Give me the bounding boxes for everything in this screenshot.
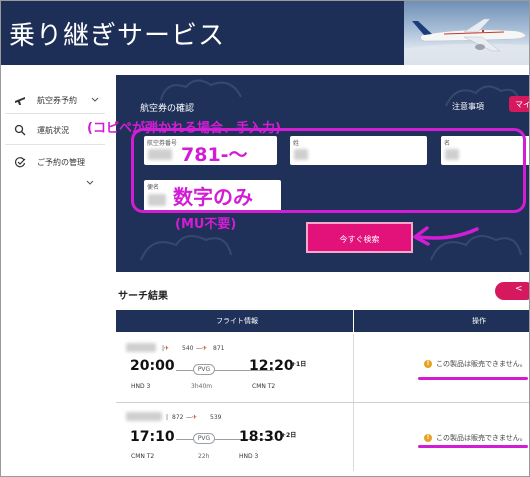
departure-airport: HND 3 [131, 383, 151, 390]
flight-number: 540 [182, 345, 194, 352]
table-row: |✈ 540 —✈ 871 20:00 HND 3 PVG 3h40m 12:2… [116, 334, 529, 402]
no-mu-annotation: (MU不要) [175, 217, 237, 232]
duration: 22h [198, 453, 210, 460]
page: 乗り継ぎサービス 航空券予約 運航状況 ご予約の管理 航空券の確認 注意事項 マ… [0, 0, 530, 477]
sidebar-item-booking[interactable]: 航空券予約 [13, 93, 99, 107]
digits-only-annotation: 数字のみ [173, 185, 253, 209]
status-text: この製品は販売できません。 [436, 360, 527, 368]
arrow-annotation-icon [413, 226, 479, 246]
flight-number: 871 [213, 345, 225, 352]
panel-title: 航空券の確認 [140, 104, 195, 114]
chevron-down-icon [91, 96, 99, 105]
check-circle-icon [13, 155, 27, 169]
divider [353, 403, 354, 471]
sidebar-item-label: 航空券予約 [37, 95, 77, 105]
action-header: 操作 [472, 317, 486, 325]
flight-connector: —✈ [196, 345, 208, 352]
flight-number: 872 [172, 414, 184, 421]
flight-number: 539 [210, 414, 222, 421]
airline-logo-icon: |✈ [162, 345, 170, 352]
flight-info-header: フライト情報 [216, 317, 258, 325]
flight-connector: —✈ [186, 414, 198, 421]
via-airport: PVG [193, 433, 215, 444]
via-airport: PVG [193, 364, 215, 375]
results-title: サーチ結果 [118, 291, 168, 302]
sidebar-item-label: ご予約の管理 [37, 157, 85, 167]
results-toggle-button[interactable]: < [495, 282, 529, 300]
notice-link[interactable]: 注意事項 [452, 101, 484, 112]
my-button[interactable]: マイ [509, 96, 529, 112]
divider [5, 113, 105, 114]
departure-time: 17:10 [130, 429, 175, 445]
arrival-day-offset: +1日 [291, 361, 307, 368]
flight-separator: | [166, 414, 169, 421]
chevron-down-icon[interactable] [86, 171, 94, 190]
arrival-time: 18:30 [239, 429, 284, 445]
arrival-time: 12:20 [249, 358, 294, 374]
airplane-icon [13, 93, 27, 107]
divider [353, 310, 354, 332]
search-now-button[interactable]: 今すぐ検索 [306, 222, 413, 253]
redacted-value [126, 412, 162, 421]
page-title: 乗り継ぎサービス [9, 21, 226, 51]
status-message: ! この製品は販売できません。 [424, 359, 527, 369]
sidebar-item-manage-booking[interactable]: ご予約の管理 [13, 155, 85, 169]
header-bar: 乗り継ぎサービス [1, 1, 529, 65]
redacted-value [126, 343, 156, 352]
status-text: この製品は販売できません。 [436, 434, 527, 442]
warning-icon: ! [424, 434, 432, 442]
search-icon [13, 123, 27, 137]
arrival-airport: CMN T2 [252, 383, 276, 390]
divider [5, 144, 105, 145]
annotation-underline [418, 445, 528, 448]
sidebar-item-label: 運航状況 [37, 125, 69, 135]
table-row: | 872 —✈ 539 17:10 CMN T2 PVG 22h 18:30 … [116, 403, 529, 471]
warning-icon: ! [424, 360, 432, 368]
departure-time: 20:00 [130, 358, 175, 374]
duration: 3h40m [191, 383, 213, 390]
ticket-hint-annotation: 781-〜 [181, 144, 248, 166]
status-message: ! この製品は販売できません。 [424, 433, 527, 443]
arrival-airport: HND 3 [239, 453, 259, 460]
departure-airport: CMN T2 [131, 453, 155, 460]
annotation-underline [418, 377, 528, 380]
results-table-header: フライト情報 操作 [116, 310, 529, 332]
divider [353, 334, 354, 402]
airplane-banner-image [404, 1, 529, 65]
airplane-photo [404, 18, 529, 65]
arrival-day-offset: +2日 [281, 432, 297, 439]
sidebar-item-flight-status[interactable]: 運航状況 [13, 123, 69, 137]
